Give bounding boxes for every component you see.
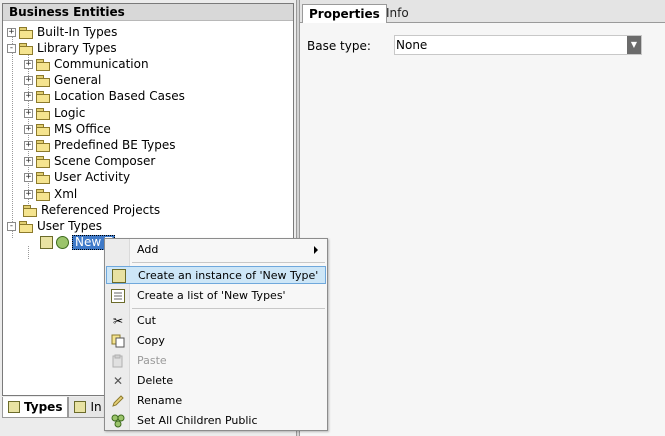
- base-type-label: Base type:: [307, 39, 371, 53]
- tree-item-label: User Activity: [54, 170, 131, 184]
- tree-item-scene-composer[interactable]: + Scene Composer: [24, 153, 155, 169]
- folder-icon: [36, 74, 50, 87]
- group-icon: [111, 414, 125, 428]
- copy-icon: [111, 334, 125, 348]
- folder-open-icon: [19, 220, 33, 233]
- folder-icon: [36, 139, 50, 152]
- properties-content: Base type: None ▼: [300, 23, 665, 436]
- tab-info[interactable]: Info: [380, 4, 415, 22]
- menu-item-cut[interactable]: ✂ Cut: [106, 312, 326, 330]
- chevron-down-icon[interactable]: ▼: [627, 36, 641, 54]
- tree-item-label: Communication: [54, 57, 149, 71]
- context-menu: Add Create an instance of 'New Type' Cre…: [104, 238, 328, 431]
- scissors-icon: ✂: [112, 314, 124, 328]
- menu-item-label: Create an instance of 'New Type': [138, 269, 319, 282]
- menu-item-label: Copy: [137, 334, 165, 347]
- menu-item-create-list[interactable]: Create a list of 'New Types': [106, 287, 326, 305]
- menu-item-label: Rename: [137, 394, 183, 407]
- menu-item-set-children-public[interactable]: Set All Children Public: [106, 412, 326, 430]
- folder-icon: [36, 90, 50, 103]
- folder-icon: [23, 204, 37, 217]
- base-type-dropdown[interactable]: None ▼: [394, 35, 642, 55]
- menu-separator: [132, 308, 325, 309]
- folder-icon: [36, 107, 50, 120]
- paste-icon: [111, 354, 125, 368]
- tree-item-communication[interactable]: + Communication: [24, 56, 149, 72]
- expand-icon[interactable]: +: [24, 172, 33, 182]
- tree-item-label: Scene Composer: [54, 154, 156, 168]
- menu-item-label: Paste: [137, 354, 167, 367]
- folder-icon: [36, 188, 50, 201]
- tree-item-location-based-cases[interactable]: + Location Based Cases: [24, 88, 185, 104]
- tree-item-ms-office[interactable]: + MS Office: [24, 121, 111, 137]
- menu-item-create-instance[interactable]: Create an instance of 'New Type': [106, 266, 326, 284]
- tree-item-label: Logic: [54, 106, 86, 120]
- tree-item-label: MS Office: [54, 122, 111, 136]
- expand-icon[interactable]: +: [24, 156, 33, 166]
- properties-tab-strip: Properties Info: [300, 0, 665, 24]
- folder-icon: [36, 58, 50, 71]
- menu-item-rename[interactable]: Rename: [106, 392, 326, 410]
- menu-item-delete[interactable]: ✕ Delete: [106, 372, 326, 390]
- tab-instances[interactable]: In: [68, 397, 108, 418]
- expand-icon[interactable]: +: [24, 108, 33, 118]
- menu-item-label: Cut: [137, 314, 156, 327]
- group-icon: [56, 235, 69, 249]
- create-list-icon: [111, 289, 125, 303]
- expand-icon[interactable]: +: [24, 140, 33, 150]
- menu-item-label: Create a list of 'New Types': [137, 289, 286, 302]
- menu-item-label: Delete: [137, 374, 174, 387]
- expand-icon[interactable]: +: [7, 27, 16, 37]
- expand-icon[interactable]: +: [24, 189, 33, 199]
- base-type-value: None: [396, 38, 428, 52]
- instances-icon: [74, 401, 87, 413]
- tab-properties[interactable]: Properties: [302, 4, 387, 24]
- expand-icon[interactable]: +: [24, 91, 33, 101]
- types-icon: [8, 401, 20, 413]
- delete-icon: ✕: [112, 374, 124, 388]
- tree-item-user-types[interactable]: - User Types: [7, 218, 102, 234]
- folder-icon: [19, 26, 33, 39]
- rename-icon: [111, 394, 125, 408]
- expand-icon[interactable]: +: [24, 75, 33, 85]
- tree-item-xml[interactable]: + Xml: [24, 186, 77, 202]
- tab-types-label: Types: [24, 400, 63, 414]
- folder-icon: [36, 155, 50, 168]
- tree-item-label: Location Based Cases: [54, 89, 185, 103]
- menu-item-add[interactable]: Add: [106, 241, 326, 259]
- tree-item-user-activity[interactable]: + User Activity: [24, 169, 130, 185]
- tab-instances-label: In: [90, 400, 102, 414]
- tab-types[interactable]: Types: [2, 397, 69, 418]
- tree-item-referenced-projects[interactable]: Referenced Projects: [23, 202, 160, 218]
- menu-item-paste[interactable]: Paste: [106, 352, 326, 370]
- tree-item-label: Referenced Projects: [41, 203, 161, 217]
- menu-item-label: Set All Children Public: [137, 414, 258, 427]
- tree-item-label: General: [54, 73, 102, 87]
- tree-item-library-types[interactable]: - Library Types: [7, 40, 117, 56]
- expand-icon[interactable]: +: [24, 124, 33, 134]
- tree-item-label: Library Types: [37, 41, 117, 55]
- collapse-icon[interactable]: -: [7, 221, 16, 231]
- create-instance-icon: [112, 269, 126, 283]
- menu-item-copy[interactable]: Copy: [106, 332, 326, 350]
- menu-item-label: Add: [137, 243, 159, 256]
- collapse-icon[interactable]: -: [7, 43, 16, 53]
- tree-item-built-in-types[interactable]: + Built-In Types: [7, 24, 117, 40]
- tree-item-label: Built-In Types: [37, 25, 118, 39]
- folder-icon: [36, 123, 50, 136]
- expand-icon[interactable]: +: [24, 59, 33, 69]
- properties-panel: Properties Info Base type: None ▼: [300, 0, 665, 436]
- submenu-arrow-icon: [314, 246, 318, 254]
- entity-type-icon: [40, 235, 53, 249]
- tree-item-logic[interactable]: + Logic: [24, 105, 85, 121]
- tree-item-general[interactable]: + General: [24, 72, 101, 88]
- folder-icon: [36, 171, 50, 184]
- tree-item-label: User Types: [37, 219, 102, 233]
- tree-item-label: Xml: [54, 187, 78, 201]
- tree-item-predefined-be-types[interactable]: + Predefined BE Types: [24, 137, 176, 153]
- folder-open-icon: [19, 42, 33, 55]
- menu-separator: [132, 262, 325, 263]
- tree-item-label: Predefined BE Types: [54, 138, 176, 152]
- panel-title: Business Entities: [3, 4, 293, 21]
